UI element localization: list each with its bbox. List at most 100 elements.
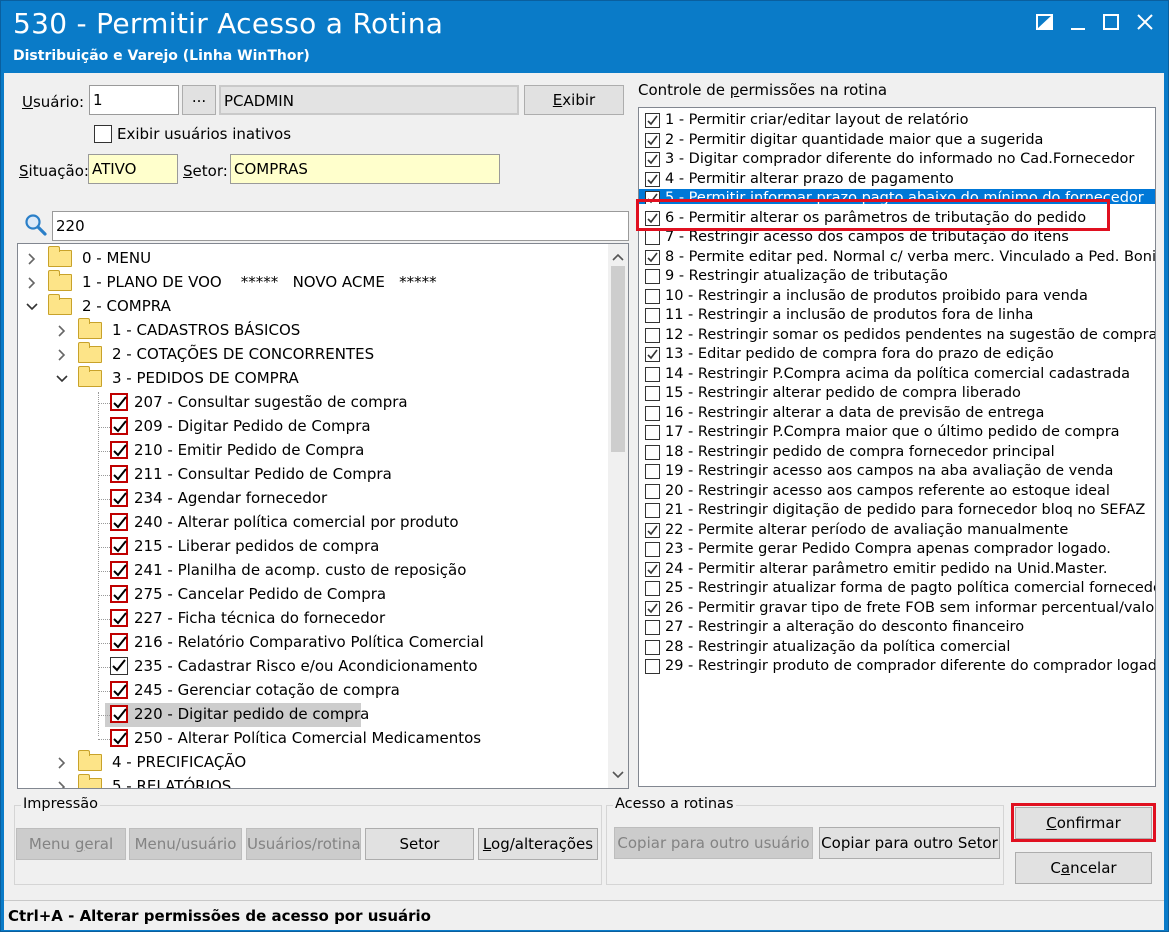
cancelar-button[interactable]: Cancelar [1015,852,1152,884]
permission-item[interactable]: 13 - Editar pedido de compra fora do pra… [639,345,1155,365]
permission-item[interactable]: 21 - Restringir digitação de pedido para… [639,501,1155,521]
show-button[interactable]: Exibir [524,85,624,115]
chevron-right-icon[interactable] [54,779,70,788]
check-icon[interactable] [110,729,128,747]
permission-item[interactable]: 28 - Restringir atualização da política … [639,638,1155,658]
chevron-right-icon[interactable] [24,275,40,291]
checkbox-unchecked-icon[interactable] [645,269,660,284]
inactive-users-checkbox[interactable] [94,125,112,143]
check-icon[interactable] [110,681,128,699]
check-icon[interactable] [110,417,128,435]
checkbox-checked-icon[interactable] [645,152,660,167]
checkbox-unchecked-icon[interactable] [645,620,660,635]
check-icon[interactable] [110,633,128,651]
checkbox-unchecked-icon[interactable] [645,503,660,518]
permission-item[interactable]: 14 - Restringir P.Compra acima da políti… [639,365,1155,385]
permission-item[interactable]: 19 - Restringir acesso aos campos na aba… [639,462,1155,482]
checkbox-unchecked-icon[interactable] [645,483,660,499]
chevron-down-icon[interactable] [24,299,40,315]
tree-node-label: 2 - COMPRA [82,297,171,315]
checkbox-checked-icon[interactable] [645,347,660,362]
check-icon[interactable] [110,657,128,675]
permission-item[interactable]: 1 - Permitir criar/editar layout de rela… [639,111,1155,131]
permission-item[interactable]: 11 - Restringir a inclusão de produtos f… [639,306,1155,326]
checkbox-unchecked-icon[interactable] [645,405,660,421]
checkbox-checked-icon[interactable] [645,171,660,187]
check-icon[interactable] [110,513,128,531]
checkbox-checked-icon[interactable] [645,113,660,128]
checkbox-unchecked-icon[interactable] [645,639,660,655]
checkbox-unchecked-icon[interactable] [645,288,660,304]
chevron-right-icon[interactable] [54,347,70,363]
copy-to-user-button[interactable]: Copiar para outro usuário [614,827,813,859]
permission-item[interactable]: 20 - Restringir acesso aos campos refere… [639,482,1155,502]
permission-item[interactable]: 12 - Restringir somar os pedidos pendent… [639,326,1155,346]
usuarios-rotina-button[interactable]: Usuários/rotina [246,828,361,860]
permission-item[interactable]: 17 - Restringir P.Compra maior que o últ… [639,423,1155,443]
permission-item[interactable]: 9 - Restringir atualização de tributação [639,267,1155,287]
check-icon[interactable] [110,441,128,459]
permission-item[interactable]: 26 - Permitir gravar tipo de frete FOB s… [639,599,1155,619]
checkbox-unchecked-icon[interactable] [645,581,660,596]
permission-item[interactable]: 15 - Restringir alterar pedido de compra… [639,384,1155,404]
check-icon[interactable] [110,609,128,627]
permission-item[interactable]: 2 - Permitir digitar quantidade maior qu… [639,131,1155,151]
permission-item[interactable]: 18 - Restringir pedido de compra fornece… [639,443,1155,463]
permission-item[interactable]: 3 - Digitar comprador diferente do infor… [639,150,1155,170]
tree-leaf-label: 220 - Digitar pedido de compra [134,705,370,723]
checkbox-checked-icon[interactable] [645,561,660,577]
user-browse-button[interactable]: ... [182,85,216,115]
permission-item[interactable]: 29 - Restringir produto de comprador dif… [639,657,1155,677]
permission-item[interactable]: 8 - Permite editar ped. Normal c/ verba … [639,248,1155,268]
checkbox-unchecked-icon[interactable] [645,542,660,557]
search-input[interactable]: 220 [52,211,629,241]
check-icon[interactable] [110,537,128,555]
log-alteracoes-button[interactable]: Log/alterações [478,828,598,860]
chevron-right-icon[interactable] [54,323,70,339]
checkbox-checked-icon[interactable] [645,249,660,265]
checkbox-unchecked-icon[interactable] [645,230,660,245]
checkbox-checked-icon[interactable] [645,600,660,616]
check-icon[interactable] [110,489,128,507]
checkbox-checked-icon[interactable] [645,132,660,148]
checkbox-unchecked-icon[interactable] [645,464,660,479]
user-id-input[interactable]: 1 [89,85,179,115]
check-icon[interactable] [110,561,128,579]
minimize-icon[interactable] [1067,11,1093,33]
check-icon[interactable] [110,465,128,483]
maximize-icon[interactable] [1100,11,1126,33]
check-icon[interactable] [110,585,128,603]
permission-item[interactable]: 16 - Restringir alterar a data de previs… [639,404,1155,424]
chevron-right-icon[interactable] [54,755,70,771]
permission-item[interactable]: 24 - Permitir alterar parâmetro emitir p… [639,560,1155,580]
permission-item[interactable]: 10 - Restringir a inclusão de produtos p… [639,287,1155,307]
checkbox-unchecked-icon[interactable] [645,444,660,460]
checkbox-unchecked-icon[interactable] [645,366,660,382]
checkbox-checked-icon[interactable] [645,522,660,538]
scroll-down-icon[interactable] [612,768,624,784]
permission-item[interactable]: 4 - Permitir alterar prazo de pagamento [639,170,1155,190]
chevron-right-icon[interactable] [24,251,40,267]
permission-item[interactable]: 22 - Permite alterar período de avaliaçã… [639,521,1155,541]
checkbox-unchecked-icon[interactable] [645,308,660,323]
permission-item[interactable]: 23 - Permite gerar Pedido Compra apenas … [639,540,1155,560]
checkbox-unchecked-icon[interactable] [645,659,660,674]
permission-item[interactable]: 25 - Restringir atualizar forma de pagto… [639,579,1155,599]
menu-usuario-button[interactable]: Menu/usuário [129,828,242,860]
restore-layout-icon[interactable] [1034,11,1060,33]
menu-geral-button[interactable]: Menu geral [16,828,126,860]
scroll-up-icon[interactable] [612,250,624,266]
checkbox-unchecked-icon[interactable] [645,425,660,440]
checkbox-unchecked-icon[interactable] [645,327,660,343]
checkbox-unchecked-icon[interactable] [645,386,660,401]
chevron-down-icon[interactable] [54,371,70,387]
check-icon[interactable] [110,393,128,411]
check-icon[interactable] [110,705,128,723]
copy-to-setor-button[interactable]: Copiar para outro Setor [819,827,1000,859]
tree-scroll-thumb[interactable] [611,266,625,452]
permission-item[interactable]: 27 - Restringir a alteração do desconto … [639,618,1155,638]
tree-scrollbar[interactable] [608,244,628,788]
close-icon[interactable] [1134,11,1160,33]
permission-label: 3 - Digitar comprador diferente do infor… [665,151,1135,167]
setor-button[interactable]: Setor [365,828,474,860]
